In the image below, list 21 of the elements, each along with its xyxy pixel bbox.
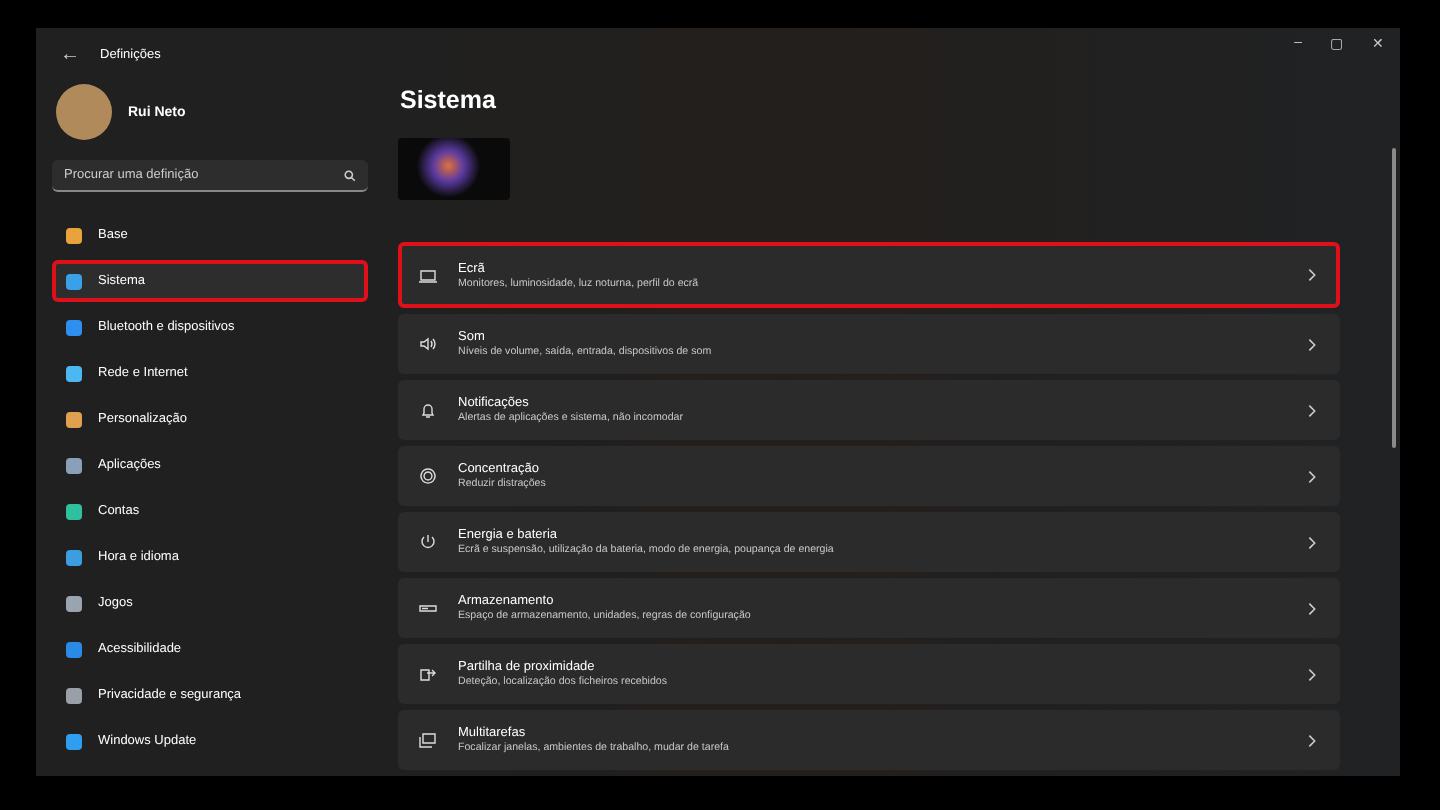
setting-icon xyxy=(418,664,438,684)
setting-icon xyxy=(418,334,438,354)
setting-icon xyxy=(418,532,438,552)
chevron-icon xyxy=(1308,469,1316,483)
chevron-icon xyxy=(1308,337,1316,351)
search-icon xyxy=(344,170,356,182)
chevron-icon xyxy=(1308,535,1316,549)
setting-icon xyxy=(418,400,438,420)
avatar xyxy=(56,84,112,140)
scrollbar[interactable] xyxy=(1392,148,1396,448)
wallpaper-thumbnail xyxy=(398,138,510,200)
setting-icon xyxy=(418,265,438,285)
chevron-icon xyxy=(1308,268,1316,282)
setting-icon xyxy=(418,730,438,750)
chevron-icon xyxy=(1308,601,1316,615)
back-button[interactable]: ← xyxy=(60,43,80,65)
page-title: Sistema xyxy=(400,86,498,114)
chevron-icon xyxy=(1308,667,1316,681)
setting-icon xyxy=(418,466,438,486)
chevron-icon xyxy=(1308,733,1316,747)
chevron-icon xyxy=(1308,403,1316,417)
